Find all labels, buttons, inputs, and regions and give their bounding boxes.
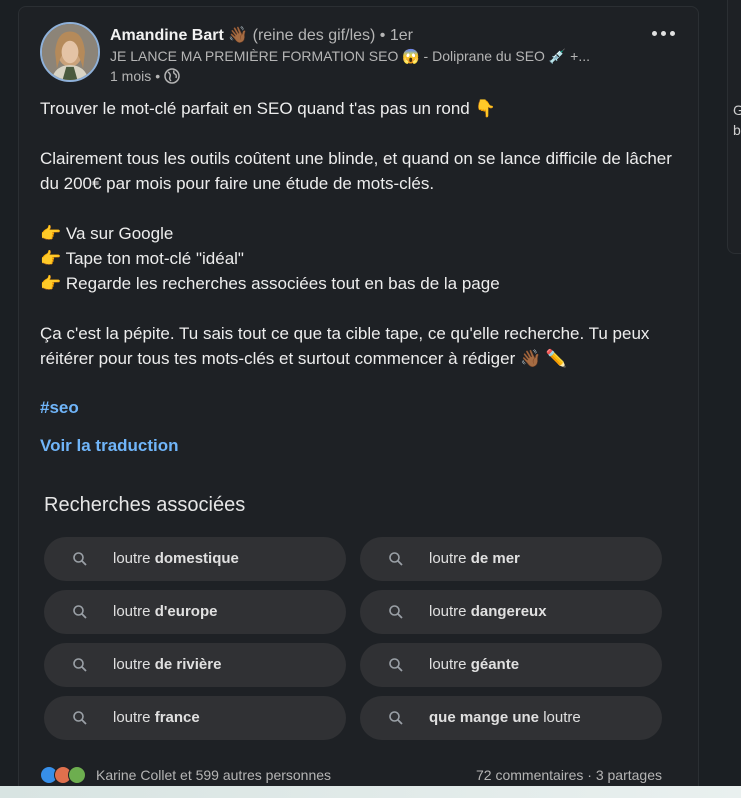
see-translation-link[interactable]: Voir la traduction: [40, 436, 179, 456]
related-search-label: loutre domestique: [113, 550, 239, 567]
related-search-label: loutre géante: [429, 656, 520, 673]
globe-icon: [164, 68, 180, 84]
related-search-chip[interactable]: loutre géante: [360, 643, 662, 687]
related-search-label: loutre france: [113, 709, 200, 726]
right-sidebar-text: G b: [733, 100, 741, 140]
support-icon: [68, 766, 86, 784]
more-dot-icon: [669, 30, 675, 36]
search-icon: [73, 605, 87, 619]
related-search-chip[interactable]: loutre d'europe: [44, 590, 346, 634]
search-icon: [389, 711, 403, 725]
search-icon: [73, 658, 87, 672]
avatar-photo: [42, 24, 98, 80]
search-icon: [73, 552, 87, 566]
sidebar-line-2: b: [733, 122, 741, 138]
search-icon: [389, 552, 403, 566]
hashtag-link[interactable]: #seo: [40, 398, 79, 418]
bottom-strip: [0, 786, 741, 798]
author-headline: JE LANCE MA PREMIÈRE FORMATION SEO 😱 - D…: [110, 48, 590, 64]
more-dot-icon: [651, 30, 657, 36]
related-search-chip[interactable]: loutre dangereux: [360, 590, 662, 634]
post-paragraph: 👉 Va sur Google 👉 Tape ton mot-clé "idéa…: [40, 224, 500, 293]
author-line: Amandine Bart 👋🏾 (reine des gif/les) • 1…: [110, 25, 413, 45]
comments-count-link[interactable]: 72 commentaires: [476, 767, 583, 783]
post-body: Trouver le mot-clé parfait en SEO quand …: [40, 96, 680, 371]
reactions-summary[interactable]: Karine Collet et 599 autres personnes: [40, 766, 331, 784]
related-search-chip[interactable]: loutre de mer: [360, 537, 662, 581]
reaction-icons: [40, 766, 86, 784]
related-search-chip[interactable]: que mange une loutre: [360, 696, 662, 740]
post-paragraph: Ça c'est la pépite. Tu sais tout ce que …: [40, 324, 655, 368]
related-search-label: loutre de mer: [429, 550, 520, 567]
reactions-text: Karine Collet et 599 autres personnes: [96, 767, 332, 783]
connection-degree: 1er: [389, 27, 413, 44]
related-search-label: loutre dangereux: [429, 603, 547, 620]
sidebar-line-1: G: [733, 102, 741, 118]
author-emoji: 👋🏾: [228, 27, 249, 44]
search-icon: [73, 711, 87, 725]
engagement-counts: 72 commentaires · 3 partages: [476, 767, 662, 783]
post-paragraph: Trouver le mot-clé parfait en SEO quand …: [40, 99, 496, 118]
avatar[interactable]: [40, 22, 100, 82]
author-tag: (reine des gif/les): [252, 27, 376, 44]
counts-separator: ·: [587, 767, 592, 783]
author-name[interactable]: Amandine Bart 👋🏾: [110, 27, 248, 44]
post-paragraph: Clairement tous les outils coûtent une b…: [40, 149, 677, 193]
shares-count-link[interactable]: 3 partages: [596, 767, 662, 783]
related-search-label: que mange une loutre: [429, 709, 581, 726]
more-dot-icon: [660, 30, 666, 36]
related-search-chip[interactable]: loutre domestique: [44, 537, 346, 581]
search-icon: [389, 605, 403, 619]
post-meta: 1 mois •: [110, 68, 180, 84]
related-search-chip[interactable]: loutre de rivière: [44, 643, 346, 687]
related-searches-title: Recherches associées: [44, 494, 246, 516]
related-search-label: loutre d'europe: [113, 603, 218, 620]
post-time: 1 mois: [110, 68, 152, 84]
author-separator: •: [379, 27, 386, 44]
search-icon: [389, 658, 403, 672]
meta-separator: •: [155, 68, 161, 84]
related-search-chip[interactable]: loutre france: [44, 696, 346, 740]
related-search-label: loutre de rivière: [113, 656, 222, 673]
more-options-button[interactable]: [648, 24, 678, 42]
